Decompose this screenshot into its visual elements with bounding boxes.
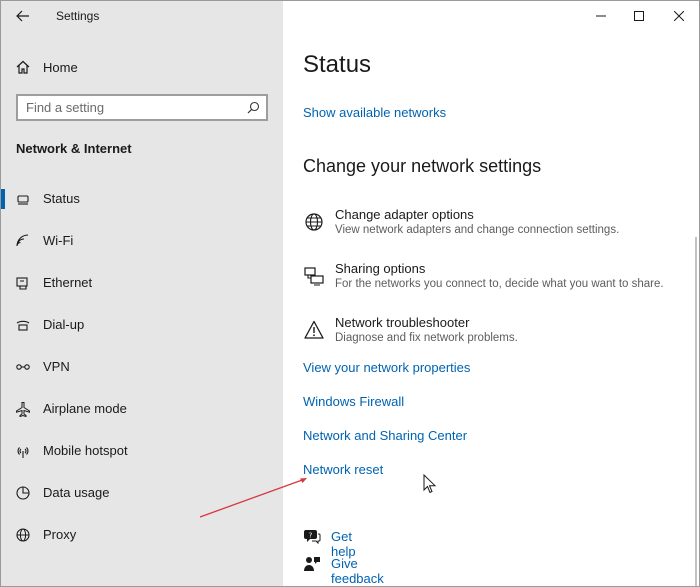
home-label: Home <box>43 59 78 75</box>
sidebar-item-dialup[interactable]: Dial-up <box>1 305 283 345</box>
option-title: Network troubleshooter <box>335 315 470 330</box>
status-icon <box>15 191 31 207</box>
adapter-icon <box>303 211 325 233</box>
sidebar-item-label: Airplane mode <box>43 401 127 416</box>
search-input[interactable] <box>26 100 236 115</box>
show-available-networks-link[interactable]: Show available networks <box>303 105 446 120</box>
sidebar-item-mobile-hotspot[interactable]: Mobile hotspot <box>1 431 283 471</box>
network-sharing-center-link[interactable]: Network and Sharing Center <box>303 428 467 443</box>
maximize-button[interactable] <box>628 5 650 27</box>
sidebar-item-label: Dial-up <box>43 317 85 332</box>
sidebar-item-label: Data usage <box>43 485 110 500</box>
option-description: View network adapters and change connect… <box>335 224 620 236</box>
back-button[interactable] <box>11 5 35 27</box>
sidebar-item-label: VPN <box>43 359 70 374</box>
settings-window: Settings Home Network & Internet Status … <box>0 0 700 587</box>
windows-firewall-link[interactable]: Windows Firewall <box>303 394 404 409</box>
data-usage-icon <box>15 485 31 501</box>
sidebar: Settings Home Network & Internet Status … <box>1 1 283 586</box>
option-description: For the networks you connect to, decide … <box>335 278 664 290</box>
sidebar-item-label: Mobile hotspot <box>43 443 128 458</box>
sidebar-item-label: Status <box>43 191 80 206</box>
change-adapter-options[interactable]: Change adapter options View network adap… <box>303 207 683 247</box>
home-icon <box>16 60 30 74</box>
option-description: Diagnose and fix network problems. <box>335 332 518 344</box>
scrollbar[interactable] <box>695 237 697 586</box>
option-title: Sharing options <box>335 261 426 276</box>
search-icon[interactable] <box>247 101 260 119</box>
sidebar-item-ethernet[interactable]: Ethernet <box>1 263 283 303</box>
feedback-icon <box>303 555 321 573</box>
sidebar-item-label: Ethernet <box>43 275 93 290</box>
give-feedback-link[interactable]: Give feedback <box>331 556 384 586</box>
vpn-icon <box>15 359 31 375</box>
section-title: Network & Internet <box>16 141 132 156</box>
help-chat-icon: ? <box>303 528 321 546</box>
sidebar-item-label: Proxy <box>43 527 77 542</box>
window-title: Settings <box>56 9 100 23</box>
network-reset-link[interactable]: Network reset <box>303 462 383 477</box>
sidebar-item-airplane-mode[interactable]: Airplane mode <box>1 389 283 429</box>
mouse-cursor-icon <box>423 474 437 494</box>
dialup-icon <box>15 317 31 333</box>
sidebar-item-proxy[interactable]: Proxy <box>1 515 283 555</box>
svg-text:?: ? <box>309 532 313 540</box>
hotspot-icon <box>15 443 31 459</box>
proxy-icon <box>15 527 31 543</box>
view-network-properties-link[interactable]: View your network properties <box>303 360 470 375</box>
network-troubleshooter[interactable]: Network troubleshooter Diagnose and fix … <box>303 315 683 355</box>
maximize-icon <box>634 11 644 21</box>
warning-icon <box>303 319 325 341</box>
sidebar-item-label: Wi-Fi <box>43 233 74 248</box>
option-title: Change adapter options <box>335 207 474 222</box>
sidebar-item-wifi[interactable]: Wi-Fi <box>1 221 283 261</box>
minimize-button[interactable] <box>590 5 612 27</box>
close-icon <box>674 11 684 21</box>
sidebar-item-data-usage[interactable]: Data usage <box>1 473 283 513</box>
close-button[interactable] <box>668 5 690 27</box>
airplane-icon <box>15 401 31 417</box>
back-arrow-icon <box>16 10 29 22</box>
ethernet-icon <box>15 275 31 291</box>
section-heading: Change your network settings <box>303 156 542 176</box>
search-box[interactable] <box>16 94 268 121</box>
sharing-options[interactable]: Sharing options For the networks you con… <box>303 261 683 301</box>
sidebar-item-status[interactable]: Status <box>1 179 283 219</box>
get-help-link[interactable]: Get help <box>331 529 356 559</box>
minimize-icon <box>596 15 606 17</box>
selection-indicator <box>1 189 5 209</box>
page-title: Status <box>303 51 372 78</box>
sharing-icon <box>303 265 325 287</box>
sidebar-item-vpn[interactable]: VPN <box>1 347 283 387</box>
home-nav[interactable]: Home <box>15 56 78 78</box>
wifi-icon <box>15 233 31 249</box>
